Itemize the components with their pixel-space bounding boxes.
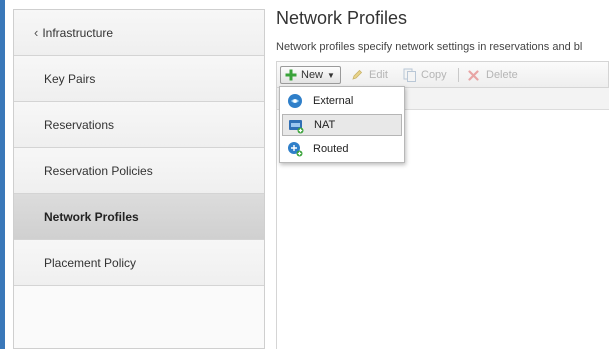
main-content: Network Profiles Network profiles specif… [275,0,609,349]
add-icon [285,69,297,81]
delete-x-icon [468,69,479,81]
sidebar-item-label: Placement Policy [44,255,137,270]
new-dropdown-menu: External NAT Routed [279,86,405,163]
sidebar-item-label: Network Profiles [44,209,139,224]
menu-item-routed[interactable]: Routed [282,138,402,160]
routed-network-icon [288,142,303,157]
new-button-label: New [301,69,324,81]
caret-down-icon: ▼ [327,70,335,80]
sidebar-item-reservations[interactable]: Reservations [14,102,264,148]
pencil-icon [352,69,363,80]
delete-button-label: Delete [486,69,518,81]
page-title: Network Profiles [276,8,408,28]
external-network-icon [288,94,302,108]
menu-item-label: NAT [314,119,336,131]
left-accent-bar [0,0,5,349]
menu-item-external[interactable]: External [282,90,402,112]
copy-button-label: Copy [421,69,447,81]
edit-button[interactable]: Edit [351,66,388,84]
copy-icon [403,68,416,82]
sidebar-back-infrastructure[interactable]: ‹ Infrastructure [14,10,264,56]
copy-button[interactable]: Copy [403,66,447,84]
sidebar-item-network-profiles[interactable]: Network Profiles [14,194,264,240]
sidebar-item-reservation-policies[interactable]: Reservation Policies [14,148,264,194]
toolbar-separator [458,68,459,82]
delete-button[interactable]: Delete [468,66,518,84]
menu-item-nat[interactable]: NAT [282,114,402,136]
page-description: Network profiles specify network setting… [276,41,583,53]
sidebar-item-label: Reservations [44,117,115,132]
toolbar: New ▼ Edit Copy Delete [276,61,609,88]
sidebar-item-label: Key Pairs [44,71,96,86]
sidebar-item-key-pairs[interactable]: Key Pairs [14,56,264,102]
nat-network-icon [289,120,304,134]
chevron-left-icon: ‹ [34,25,39,40]
edit-button-label: Edit [369,69,388,81]
menu-item-label: External [313,95,354,107]
sidebar-item-label: Infrastructure [42,25,114,40]
sidebar-item-label: Reservation Policies [44,163,153,178]
sidebar: ‹ Infrastructure Key Pairs Reservations … [13,9,265,349]
menu-item-label: Routed [313,143,349,155]
sidebar-item-placement-policy[interactable]: Placement Policy [14,240,264,286]
new-button[interactable]: New ▼ [280,66,341,84]
